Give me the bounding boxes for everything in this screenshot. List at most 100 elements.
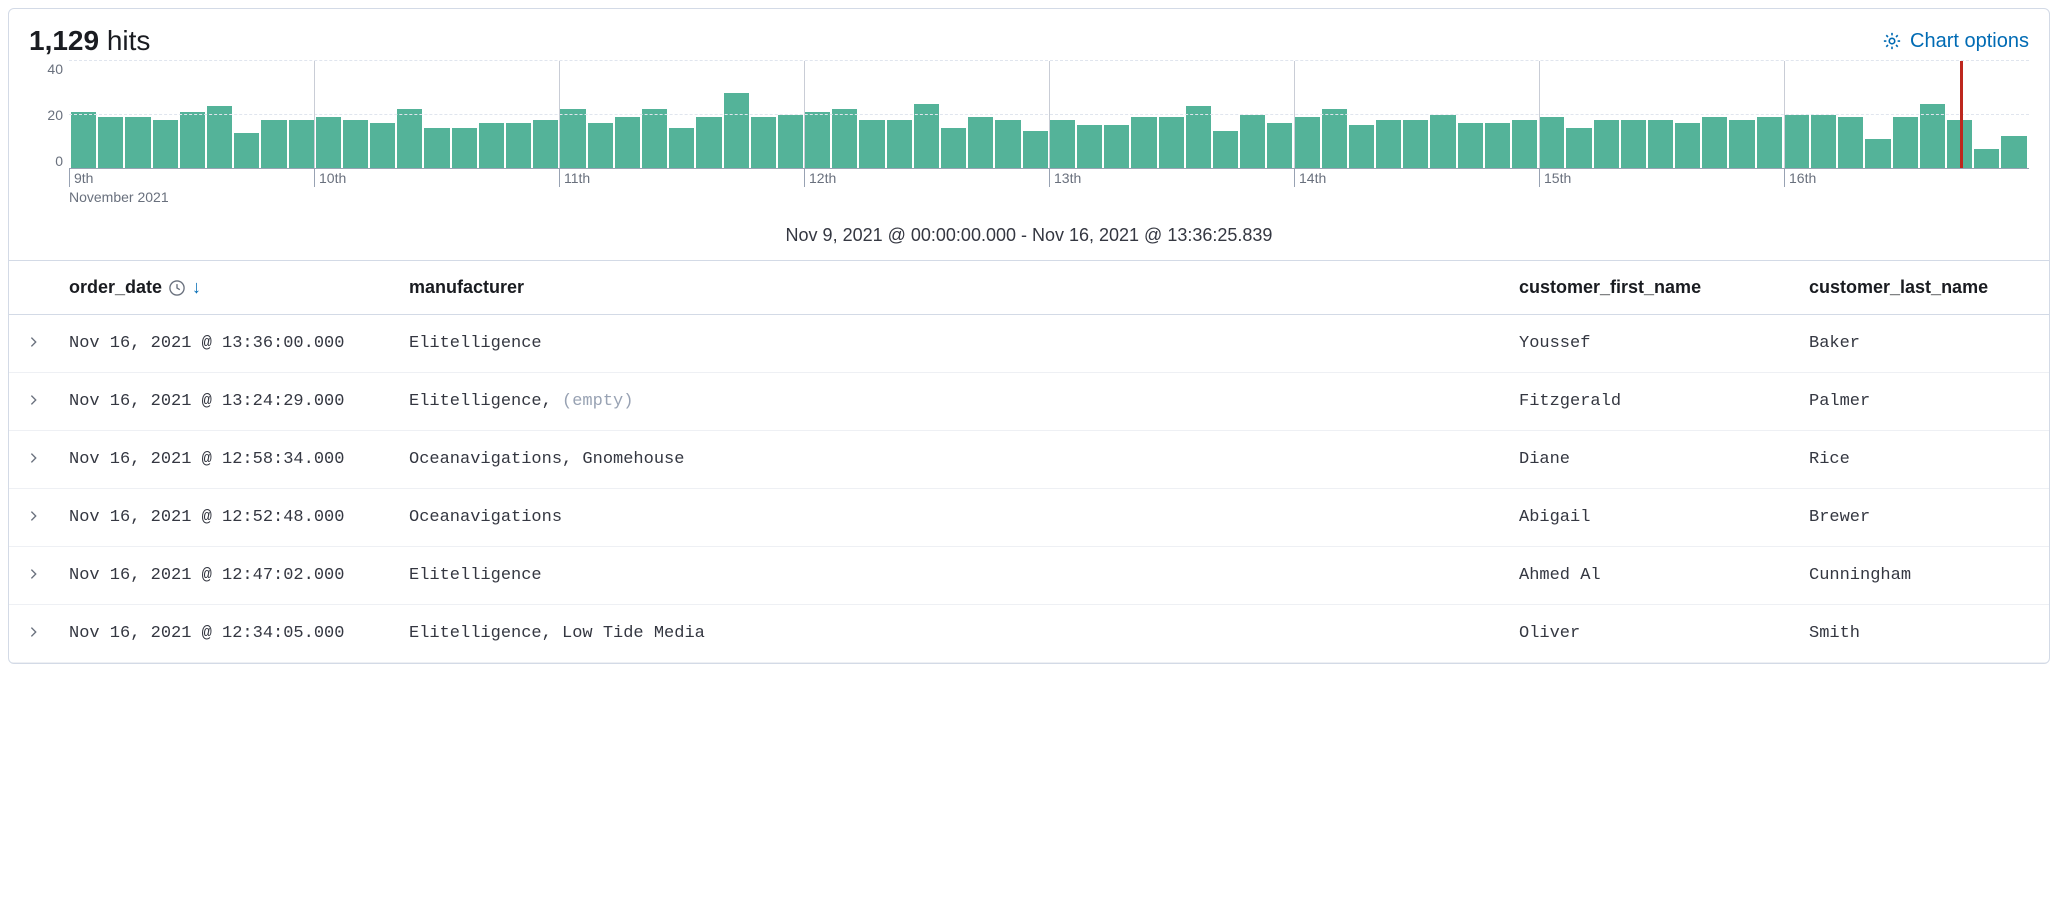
- histogram-bar[interactable]: [234, 133, 259, 168]
- histogram-bar[interactable]: [1349, 125, 1374, 168]
- histogram-bar[interactable]: [832, 109, 857, 168]
- histogram-bar[interactable]: [805, 112, 830, 168]
- histogram-bar[interactable]: [1729, 120, 1754, 168]
- expand-row-toggle[interactable]: [9, 547, 59, 605]
- histogram-bar[interactable]: [289, 120, 314, 168]
- histogram-bar[interactable]: [560, 109, 585, 168]
- x-tick-label: 16th: [1784, 169, 1816, 187]
- histogram-bar[interactable]: [1159, 117, 1184, 168]
- histogram-bar[interactable]: [859, 120, 884, 168]
- histogram-bar[interactable]: [207, 106, 232, 168]
- manufacturer-cell: Oceanavigations: [399, 489, 1509, 547]
- histogram-bar[interactable]: [1430, 115, 1455, 169]
- expand-row-toggle[interactable]: [9, 489, 59, 547]
- histogram-bar[interactable]: [1240, 115, 1265, 169]
- histogram-bar[interactable]: [1566, 128, 1591, 168]
- histogram-bar[interactable]: [1050, 120, 1075, 168]
- histogram-bar[interactable]: [1974, 149, 1999, 168]
- x-tick-label: 15th: [1539, 169, 1571, 187]
- histogram-bar[interactable]: [424, 128, 449, 168]
- histogram-bar[interactable]: [941, 128, 966, 168]
- histogram-bar[interactable]: [1893, 117, 1918, 168]
- histogram-bar[interactable]: [506, 123, 531, 168]
- histogram-bar[interactable]: [479, 123, 504, 168]
- table-row: Nov 16, 2021 @ 12:34:05.000Elitelligence…: [9, 605, 2049, 663]
- histogram-bar[interactable]: [1294, 117, 1319, 168]
- first-name-cell: Oliver: [1509, 605, 1799, 663]
- histogram-bar[interactable]: [1186, 106, 1211, 168]
- histogram-bar[interactable]: [887, 120, 912, 168]
- first-name-cell: Fitzgerald: [1509, 373, 1799, 431]
- histogram-bar[interactable]: [1322, 109, 1347, 168]
- expand-row-toggle[interactable]: [9, 315, 59, 373]
- histogram-bar[interactable]: [669, 128, 694, 168]
- manufacturer-column-header[interactable]: manufacturer: [399, 261, 1509, 315]
- histogram-bar[interactable]: [1131, 117, 1156, 168]
- expand-row-toggle[interactable]: [9, 431, 59, 489]
- histogram-bar[interactable]: [1077, 125, 1102, 168]
- histogram-bar[interactable]: [1023, 131, 1048, 168]
- histogram-bar[interactable]: [1213, 131, 1238, 168]
- histogram-bar[interactable]: [316, 117, 341, 168]
- first-name-cell: Ahmed Al: [1509, 547, 1799, 605]
- histogram-bar[interactable]: [1539, 117, 1564, 168]
- histogram-bar[interactable]: [370, 123, 395, 168]
- histogram-bar[interactable]: [1485, 123, 1510, 168]
- chart-options-button[interactable]: Chart options: [1882, 30, 2029, 53]
- histogram-bar[interactable]: [1838, 117, 1863, 168]
- first-name-column-header[interactable]: customer_first_name: [1509, 261, 1799, 315]
- histogram-bar[interactable]: [995, 120, 1020, 168]
- histogram-bar[interactable]: [696, 117, 721, 168]
- chart-plot-area[interactable]: [69, 61, 2029, 169]
- histogram-bar[interactable]: [153, 120, 178, 168]
- histogram-bar[interactable]: [724, 93, 749, 168]
- y-tick-label: 20: [47, 107, 63, 123]
- x-tick-label: 9th: [69, 169, 93, 187]
- histogram-bar[interactable]: [1376, 120, 1401, 168]
- histogram-bar[interactable]: [1811, 115, 1836, 169]
- histogram-bar[interactable]: [343, 120, 368, 168]
- histogram-bar[interactable]: [588, 123, 613, 168]
- y-tick-label: 40: [47, 61, 63, 77]
- order-date-column-header[interactable]: order_date ↓: [59, 261, 399, 315]
- histogram-bar[interactable]: [1458, 123, 1483, 168]
- sort-descending-icon: ↓: [192, 277, 201, 298]
- histogram-bar[interactable]: [751, 117, 776, 168]
- histogram-bar[interactable]: [1403, 120, 1428, 168]
- expand-row-toggle[interactable]: [9, 605, 59, 663]
- histogram-bar[interactable]: [125, 117, 150, 168]
- histogram-bar[interactable]: [1675, 123, 1700, 168]
- histogram-bar[interactable]: [1865, 139, 1890, 168]
- histogram-bar[interactable]: [778, 115, 803, 169]
- histogram-bar[interactable]: [1512, 120, 1537, 168]
- histogram-bar[interactable]: [1784, 115, 1809, 169]
- histogram-bar[interactable]: [98, 117, 123, 168]
- y-tick-label: 0: [55, 153, 63, 169]
- last-name-column-header[interactable]: customer_last_name: [1799, 261, 2049, 315]
- histogram-bar[interactable]: [397, 109, 422, 168]
- histogram-bar[interactable]: [1104, 125, 1129, 168]
- histogram-bar[interactable]: [1621, 120, 1646, 168]
- histogram-bar[interactable]: [180, 112, 205, 168]
- histogram-bar[interactable]: [261, 120, 286, 168]
- expand-row-toggle[interactable]: [9, 373, 59, 431]
- histogram-bar[interactable]: [71, 112, 96, 168]
- histogram-bar[interactable]: [452, 128, 477, 168]
- vertical-gridline: [314, 61, 315, 168]
- histogram-bar[interactable]: [1648, 120, 1673, 168]
- order-date-cell: Nov 16, 2021 @ 12:52:48.000: [59, 489, 399, 547]
- table-row: Nov 16, 2021 @ 12:47:02.000Elitelligence…: [9, 547, 2049, 605]
- x-tick-label: 10th: [314, 169, 346, 187]
- histogram-bar[interactable]: [642, 109, 667, 168]
- chevron-right-icon: [27, 567, 41, 581]
- histogram-bar[interactable]: [1267, 123, 1292, 168]
- histogram-bar[interactable]: [968, 117, 993, 168]
- histogram-bar[interactable]: [1702, 117, 1727, 168]
- histogram-bar[interactable]: [2001, 136, 2026, 168]
- histogram-bar[interactable]: [1594, 120, 1619, 168]
- chart-options-label: Chart options: [1910, 30, 2029, 53]
- histogram-bar[interactable]: [615, 117, 640, 168]
- histogram-bar[interactable]: [533, 120, 558, 168]
- histogram-bar[interactable]: [1757, 117, 1782, 168]
- first-name-header-label: customer_first_name: [1519, 277, 1701, 297]
